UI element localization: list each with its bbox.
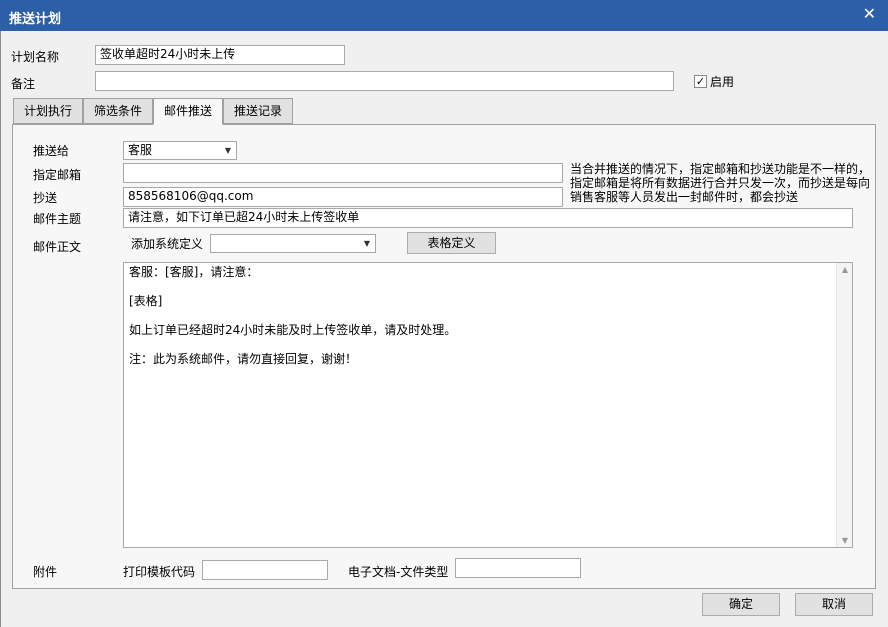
plan-name-label: 计划名称 [11, 50, 60, 64]
specified-email-input[interactable] [123, 163, 563, 183]
tab-plan-execution[interactable]: 计划执行 [13, 98, 83, 124]
table-definition-button[interactable]: 表格定义 [407, 232, 496, 254]
plan-name-input[interactable]: 签收单超时24小时未上传 [95, 45, 345, 65]
email-body-editor[interactable]: 客服：[客服]，请注意： [表格] 如上订单已经超时24小时未能及时上传签收单，… [123, 262, 853, 548]
cc-label: 抄送 [33, 191, 58, 205]
merge-push-note: 当合并推送的情况下，指定邮箱和抄送功能是不一样的，指定邮箱是将所有数据进行合并只… [570, 162, 871, 204]
window-title: 推送计划 [9, 12, 62, 27]
remark-label: 备注 [11, 77, 36, 91]
send-to-label: 推送给 [33, 144, 70, 158]
print-template-label: 打印模板代码 [123, 565, 196, 579]
edoc-type-label: 电子文档-文件类型 [348, 565, 449, 579]
window-left-border [0, 31, 1, 627]
print-template-input[interactable] [202, 560, 328, 580]
tab-filter-conditions[interactable]: 筛选条件 [83, 98, 153, 124]
add-system-definition-select[interactable]: ▼ [210, 234, 376, 253]
title-bar: 推送计划 ✕ [0, 0, 888, 31]
tab-email-push[interactable]: 邮件推送 [153, 98, 223, 125]
body-line: 客服：[客服]，请注意： [129, 265, 259, 279]
edoc-type-input[interactable] [455, 558, 581, 578]
enabled-checkbox[interactable]: ✓ [694, 75, 707, 88]
cancel-button[interactable]: 取消 [795, 593, 873, 616]
body-line: 如上订单已经超时24小时未能及时上传签收单，请及时处理。 [129, 323, 457, 337]
body-label: 邮件正文 [33, 240, 82, 254]
chevron-down-icon: ▼ [224, 146, 231, 155]
scroll-down-icon[interactable]: ▼ [837, 536, 853, 545]
ok-button[interactable]: 确定 [702, 593, 780, 616]
scroll-up-icon[interactable]: ▲ [837, 265, 853, 274]
email-body-text: 客服：[客服]，请注意： [表格] 如上订单已经超时24小时未能及时上传签收单，… [129, 264, 829, 380]
remark-input[interactable] [95, 71, 674, 91]
subject-input[interactable]: 请注意，如下订单已超24小时未上传签收单 [123, 208, 853, 228]
subject-label: 邮件主题 [33, 212, 82, 226]
body-line: [表格] [129, 294, 163, 308]
send-to-value: 客服 [128, 143, 153, 157]
add-system-definition-label: 添加系统定义 [131, 237, 204, 251]
close-icon[interactable]: ✕ [863, 6, 876, 22]
cc-input[interactable]: 858568106@qq.com [123, 187, 563, 207]
tab-push-records[interactable]: 推送记录 [223, 98, 293, 124]
body-scrollbar[interactable]: ▲ ▼ [836, 263, 852, 547]
specified-email-label: 指定邮箱 [33, 168, 82, 182]
body-line: 注：此为系统邮件，请勿直接回复，谢谢！ [129, 352, 358, 366]
enabled-label: 启用 [710, 75, 735, 89]
chevron-down-icon: ▼ [363, 239, 370, 248]
attachment-label: 附件 [33, 565, 58, 579]
send-to-select[interactable]: 客服 ▼ [123, 141, 237, 160]
